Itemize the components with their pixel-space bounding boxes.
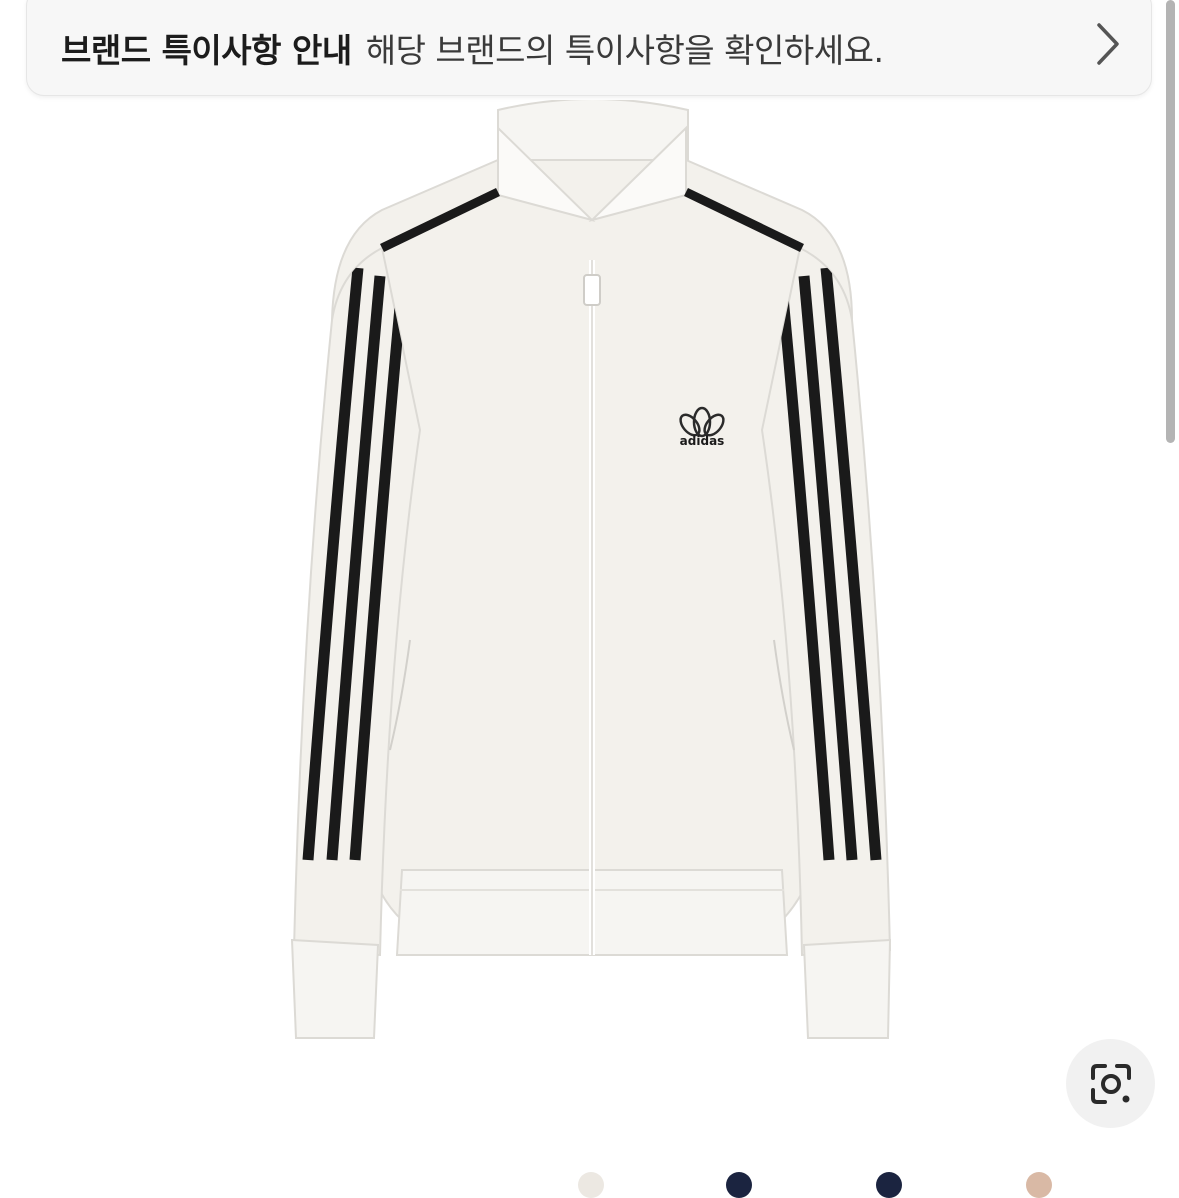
chevron-right-icon [1097,23,1119,65]
color-swatch[interactable] [578,1172,604,1198]
color-swatch[interactable] [876,1172,902,1198]
scrollbar[interactable] [1166,0,1175,443]
color-swatch[interactable] [726,1172,752,1198]
logo-wordmark: adidas [680,434,725,448]
product-image: adidas [290,100,892,1039]
visual-search-lens-icon [1090,1063,1131,1104]
brand-notice-banner[interactable]: 브랜드 특이사항 안내 해당 브랜드의 특이사항을 확인하세요. [26,0,1152,96]
color-swatch-strip [0,1164,1179,1198]
notice-description: 해당 브랜드의 특이사항을 확인하세요. [365,31,884,70]
visual-search-button[interactable] [1066,1039,1155,1128]
color-swatch[interactable] [1026,1172,1052,1198]
notice-title: 브랜드 특이사항 안내 [61,31,352,70]
